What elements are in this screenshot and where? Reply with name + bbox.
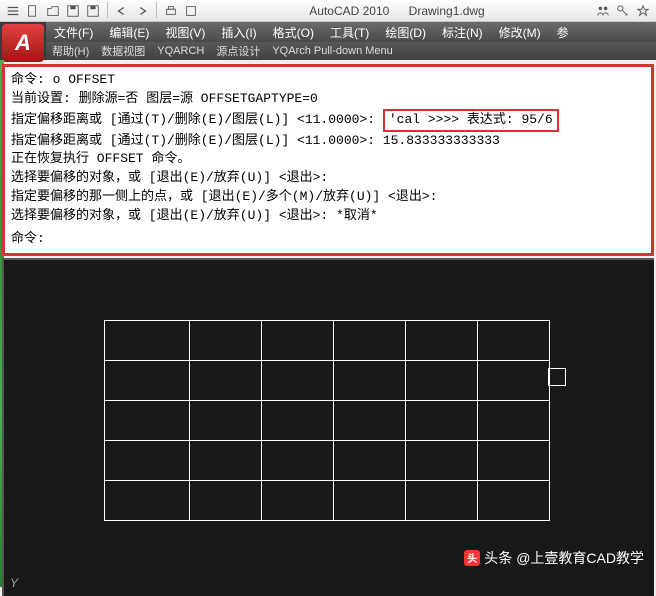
crosshair-pickbox [548,368,566,386]
cmd-text: 指定偏移距离或 [通过(T)/删除(E)/图层(L)] <11.0000>: [11,112,383,127]
cmd-history-line: 正在恢复执行 OFFSET 命令。 [11,150,645,169]
menu-dataview[interactable]: 数据视图 [95,43,151,59]
watermark-prefix: 头条 [484,548,512,568]
title-bar: AutoCAD 2010 Drawing1.dwg [0,0,656,22]
menu-dimension[interactable]: 标注(N) [434,24,491,41]
menu-tools[interactable]: 工具(T) [322,24,377,41]
qat-open-icon[interactable] [44,2,62,20]
menu-yqarch[interactable]: YQARCH [151,45,210,57]
qat-undo-icon[interactable] [113,2,131,20]
menu-yqarch-pulldown[interactable]: YQArch Pull-down Menu [266,45,398,57]
model-space-viewport[interactable]: Y 头 头条 @上壹教育CAD教学 [2,258,654,596]
menu-modify[interactable]: 修改(M) [491,24,549,41]
menu-format[interactable]: 格式(O) [265,24,322,41]
menu-insert[interactable]: 插入(I) [213,24,264,41]
watermark-logo-icon: 头 [464,550,480,566]
title-right-buttons [594,2,652,20]
cmd-history-line: 当前设置: 删除源=否 图层=源 OFFSETGAPTYPE=0 [11,90,645,109]
qat-plot-icon[interactable] [182,2,200,20]
menu-extra[interactable]: 参 [549,24,577,41]
menu-file[interactable]: 文件(F) [46,24,101,41]
command-window[interactable]: 命令: o OFFSET 当前设置: 删除源=否 图层=源 OFFSETGAPT… [2,64,654,256]
window-title: AutoCAD 2010 Drawing1.dwg [200,4,594,18]
secondary-menu-bar: 帮助(H) 数据视图 YQARCH 源点设计 YQArch Pull-down … [46,42,656,60]
cmd-history-line: 指定偏移距离或 [通过(T)/删除(E)/图层(L)] <11.0000>: '… [11,109,645,132]
app-menu-button[interactable]: A [2,24,44,62]
qat-separator [156,2,157,18]
cmd-cal-expression-highlight: 'cal >>>> 表达式: 95/6 [383,109,559,132]
cmd-history-line: 命令: o OFFSET [11,71,645,90]
drawn-table-figure [104,320,550,521]
cmd-history-line: 选择要偏移的对象，或 [退出(E)/放弃(U)] <退出>: [11,169,645,188]
infocenter-person-icon[interactable] [594,2,612,20]
quick-access-toolbar [4,2,200,20]
app-name: AutoCAD 2010 [309,4,389,18]
qat-saveas-icon[interactable] [84,2,102,20]
qat-menu-icon[interactable] [4,2,22,20]
cmd-history-line: 选择要偏移的对象，或 [退出(E)/放弃(U)] <退出>: *取消* [11,207,645,226]
menu-help[interactable]: 帮助(H) [46,43,95,59]
infocenter-star-icon[interactable] [634,2,652,20]
menu-bar: 文件(F) 编辑(E) 视图(V) 插入(I) 格式(O) 工具(T) 绘图(D… [46,22,656,42]
ucs-y-axis-label: Y [10,576,18,590]
menu-edit[interactable]: 编辑(E) [101,24,157,41]
cmd-history-line: 指定要偏移的那一侧上的点，或 [退出(E)/多个(M)/放弃(U)] <退出>: [11,188,645,207]
qat-separator [107,2,108,18]
infocenter-key-icon[interactable] [614,2,632,20]
menu-view[interactable]: 视图(V) [157,24,213,41]
watermark-text: @上壹教育CAD教学 [516,548,644,568]
watermark: 头 头条 @上壹教育CAD教学 [464,548,644,568]
cmd-history-line: 指定偏移距离或 [通过(T)/删除(E)/图层(L)] <11.0000>: 1… [11,132,645,151]
qat-redo-icon[interactable] [133,2,151,20]
menu-yuandian[interactable]: 源点设计 [210,43,266,59]
ribbon-area: A 文件(F) 编辑(E) 视图(V) 插入(I) 格式(O) 工具(T) 绘图… [0,22,656,60]
command-prompt[interactable]: 命令: [11,230,645,249]
qat-save-icon[interactable] [64,2,82,20]
qat-new-icon[interactable] [24,2,42,20]
document-name: Drawing1.dwg [409,4,485,18]
qat-print-icon[interactable] [162,2,180,20]
command-prompt-label: 命令: [11,230,45,249]
menu-draw[interactable]: 绘图(D) [377,24,434,41]
